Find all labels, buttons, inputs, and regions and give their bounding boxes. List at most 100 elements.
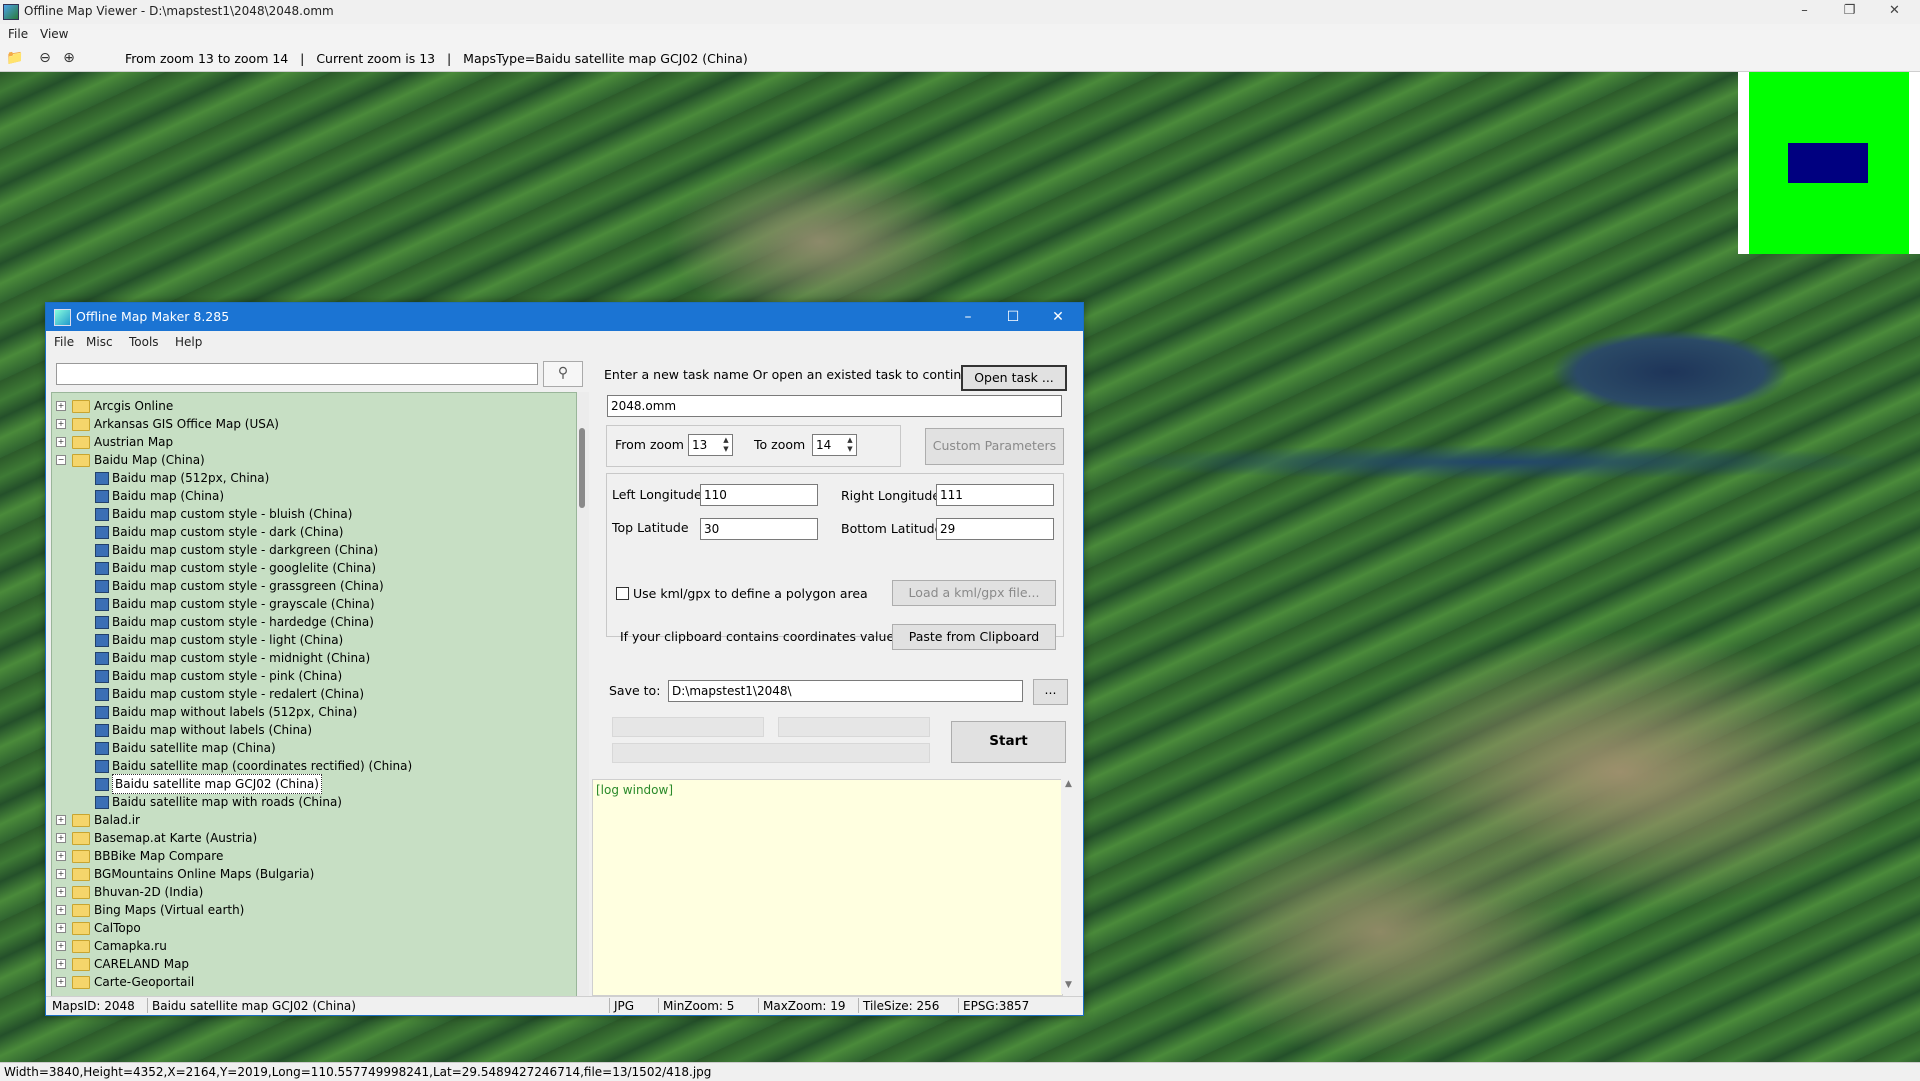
dialog-menu-help[interactable]: Help — [175, 335, 202, 349]
expand-icon[interactable]: + — [56, 401, 66, 411]
menu-view[interactable]: View — [40, 27, 68, 41]
tree-folder-item[interactable]: + Basemap.at Karte (Austria) — [52, 829, 572, 847]
tree-folder-item[interactable]: + BGMountains Online Maps (Bulgaria) — [52, 865, 572, 883]
expand-icon[interactable]: + — [56, 419, 66, 429]
overview-viewport-rect[interactable] — [1788, 143, 1868, 183]
search-icon[interactable]: ⚲ — [543, 361, 583, 387]
tree-map-item[interactable]: Baidu map (512px, China) — [52, 469, 572, 487]
scroll-up-icon[interactable]: ▲ — [1065, 779, 1072, 789]
menu-file[interactable]: File — [8, 27, 28, 41]
tree-map-item[interactable]: Baidu map custom style - darkgreen (Chin… — [52, 541, 572, 559]
folder-icon — [72, 922, 90, 935]
status-separator — [609, 998, 610, 1013]
expand-icon[interactable]: + — [56, 905, 66, 915]
tree-folder-item[interactable]: + Arcgis Online — [52, 397, 572, 415]
tree-item-label: Balad.ir — [94, 813, 140, 827]
task-name-input[interactable]: 2048.omm — [607, 395, 1062, 417]
tree-map-item[interactable]: Baidu map custom style - googlelite (Chi… — [52, 559, 572, 577]
open-task-button[interactable]: Open task ... — [961, 365, 1067, 391]
log-scrollbar[interactable]: ▲ ▼ — [1061, 779, 1078, 994]
tree-map-item[interactable]: Baidu map custom style - midnight (China… — [52, 649, 572, 667]
maximize-icon[interactable]: ❐ — [1827, 0, 1872, 24]
dialog-menu-bar: File Misc Tools Help — [46, 331, 1083, 353]
tree-map-item[interactable]: Baidu map custom style - dark (China) — [52, 523, 572, 541]
expand-icon[interactable]: + — [56, 959, 66, 969]
tree-map-item[interactable]: Baidu map custom style - redalert (China… — [52, 685, 572, 703]
log-window[interactable]: [log window] — [592, 779, 1063, 996]
folder-icon — [72, 418, 90, 431]
open-folder-icon[interactable]: 📁 — [6, 49, 24, 67]
to-zoom-spin-down-icon[interactable]: ▼ — [844, 445, 856, 454]
expand-icon[interactable]: + — [56, 977, 66, 987]
kml-checkbox[interactable] — [616, 587, 629, 600]
tree-folder-item[interactable]: + Camapka.ru — [52, 937, 572, 955]
zoom-out-icon[interactable]: ⊖ — [36, 49, 54, 67]
expand-icon[interactable]: + — [56, 815, 66, 825]
dialog-menu-tools[interactable]: Tools — [129, 335, 159, 349]
expand-icon[interactable]: + — [56, 833, 66, 843]
browse-button[interactable]: ... — [1033, 679, 1068, 705]
dialog-close-icon[interactable]: ✕ — [1038, 305, 1078, 329]
tree-map-item[interactable]: Baidu map custom style - pink (China) — [52, 667, 572, 685]
tree-folder-item[interactable]: + Bhuvan-2D (India) — [52, 883, 572, 901]
tree-scrollbar-thumb[interactable] — [579, 428, 585, 508]
folder-icon — [72, 904, 90, 917]
dialog-maximize-icon[interactable]: ☐ — [993, 305, 1033, 329]
tree-folder-item[interactable]: + Carte-Geoportail — [52, 973, 572, 991]
tree-folder-item[interactable]: + CalTopo — [52, 919, 572, 937]
tree-folder-item[interactable]: + BBBike Map Compare — [52, 847, 572, 865]
tree-map-item[interactable]: Baidu map (China) — [52, 487, 572, 505]
tree-map-item[interactable]: Baidu map without labels (512px, China) — [52, 703, 572, 721]
top-latitude-input[interactable]: 30 — [700, 518, 818, 540]
tree-folder-item[interactable]: − Baidu Map (China) — [52, 451, 572, 469]
expand-icon[interactable]: + — [56, 923, 66, 933]
expand-icon[interactable]: + — [56, 887, 66, 897]
scroll-down-icon[interactable]: ▼ — [1065, 980, 1072, 990]
tree-folder-item[interactable]: + Bing Maps (Virtual earth) — [52, 901, 572, 919]
tree-map-item[interactable]: Baidu map custom style - bluish (China) — [52, 505, 572, 523]
dialog-app-icon — [54, 309, 71, 326]
expand-icon[interactable]: + — [56, 437, 66, 447]
tree-map-item[interactable]: Baidu satellite map GCJ02 (China) — [52, 774, 572, 794]
paste-clipboard-button[interactable]: Paste from Clipboard — [892, 624, 1056, 650]
bottom-latitude-input[interactable]: 29 — [936, 518, 1054, 540]
tree-map-item[interactable]: Baidu satellite map with roads (China) — [52, 793, 572, 811]
tree-map-item[interactable]: Baidu satellite map (coordinates rectifi… — [52, 757, 572, 775]
from-zoom-spin-up-icon[interactable]: ▲ — [720, 436, 732, 445]
tree-item-label: Baidu map custom style - grayscale (Chin… — [112, 597, 375, 611]
save-to-input[interactable]: D:\mapstest1\2048\ — [668, 680, 1023, 702]
tree-map-item[interactable]: Baidu satellite map (China) — [52, 739, 572, 757]
collapse-icon[interactable]: − — [56, 455, 66, 465]
from-zoom-spin-down-icon[interactable]: ▼ — [720, 445, 732, 454]
expand-icon[interactable]: + — [56, 869, 66, 879]
minimize-icon[interactable]: – — [1782, 0, 1827, 24]
close-icon[interactable]: ✕ — [1872, 0, 1917, 24]
expand-icon[interactable]: + — [56, 851, 66, 861]
map-source-tree[interactable]: + Arcgis Online + Arkansas GIS Office Map (… — [51, 392, 577, 998]
tree-folder-item[interactable]: + Arkansas GIS Office Map (USA) — [52, 415, 572, 433]
tree-map-item[interactable]: Baidu map without labels (China) — [52, 721, 572, 739]
tree-map-item[interactable]: Baidu map custom style - grayscale (Chin… — [52, 595, 572, 613]
load-kml-button[interactable]: Load a kml/gpx file... — [892, 580, 1056, 606]
bottom-latitude-label: Bottom Latitude — [841, 521, 943, 536]
to-zoom-spin-up-icon[interactable]: ▲ — [844, 436, 856, 445]
tree-folder-item[interactable]: + CARELAND Map — [52, 955, 572, 973]
tree-item-label: CARELAND Map — [94, 957, 190, 971]
tree-map-item[interactable]: Baidu map custom style - grassgreen (Chi… — [52, 577, 572, 595]
dialog-menu-file[interactable]: File — [54, 335, 74, 349]
map-tile-icon — [95, 526, 109, 539]
map-search-input[interactable] — [56, 363, 538, 385]
progress-bar-total — [612, 743, 930, 763]
expand-icon[interactable]: + — [56, 941, 66, 951]
custom-parameters-button[interactable]: Custom Parameters — [925, 428, 1064, 465]
right-longitude-input[interactable]: 111 — [936, 484, 1054, 506]
tree-map-item[interactable]: Baidu map custom style - hardedge (China… — [52, 613, 572, 631]
dialog-minimize-icon[interactable]: – — [948, 305, 988, 329]
tree-folder-item[interactable]: + Austrian Map — [52, 433, 572, 451]
dialog-menu-misc[interactable]: Misc — [86, 335, 113, 349]
tree-map-item[interactable]: Baidu map custom style - light (China) — [52, 631, 572, 649]
left-longitude-input[interactable]: 110 — [700, 484, 818, 506]
zoom-in-icon[interactable]: ⊕ — [60, 49, 78, 67]
tree-folder-item[interactable]: + Balad.ir — [52, 811, 572, 829]
start-button[interactable]: Start — [951, 721, 1066, 763]
